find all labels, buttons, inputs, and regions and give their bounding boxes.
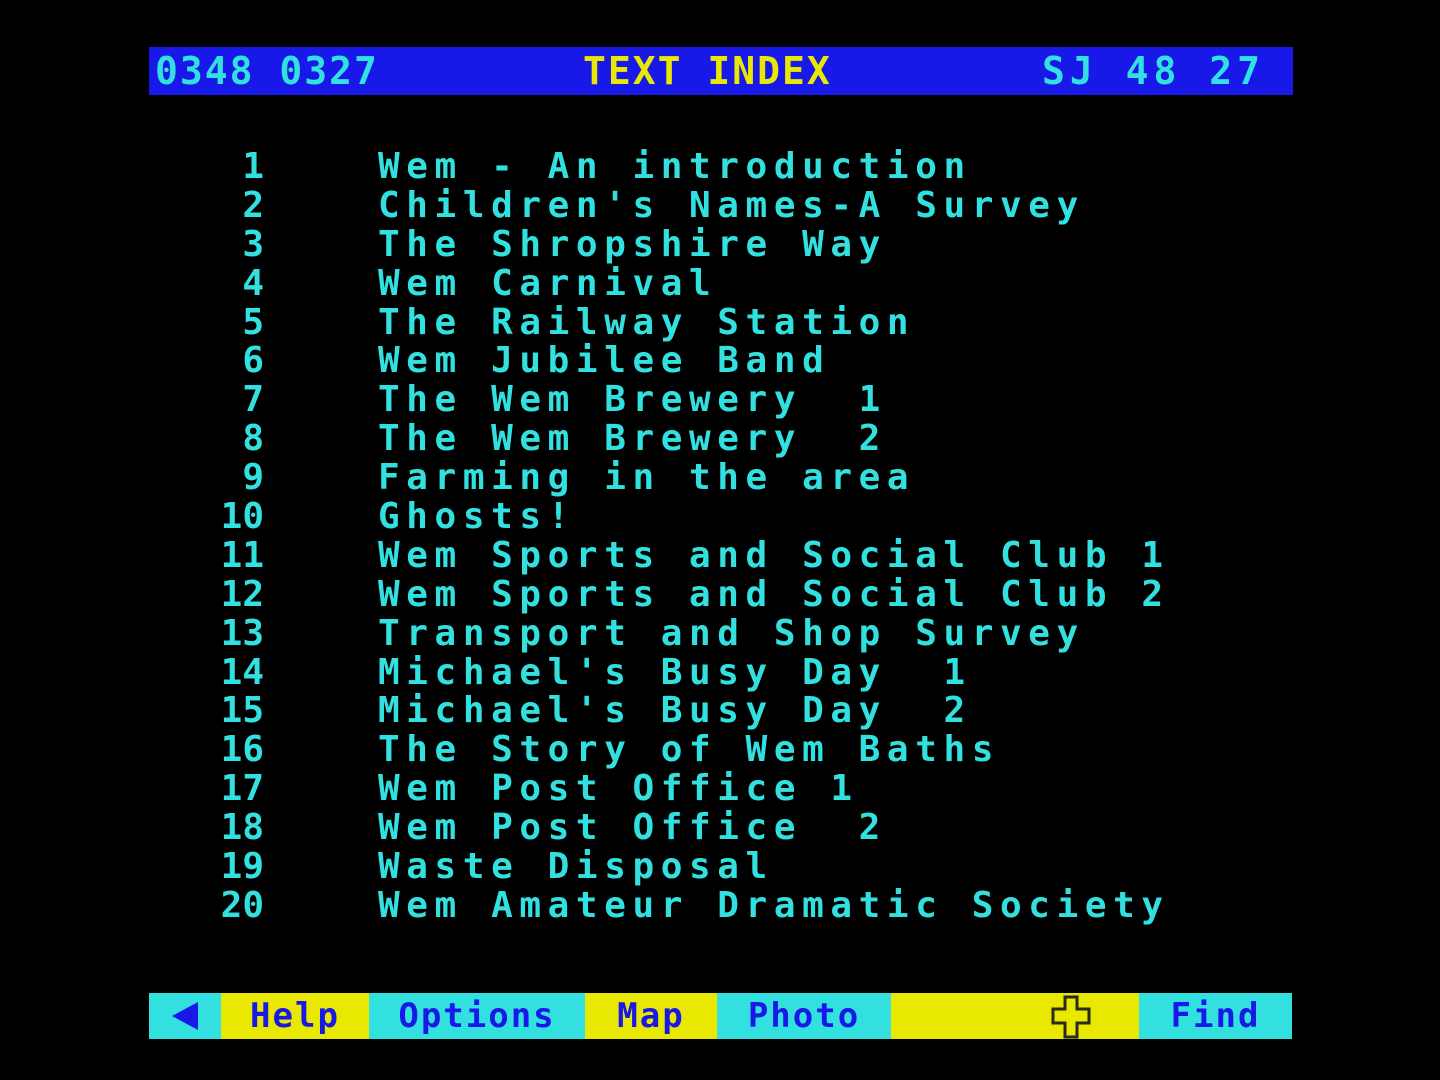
index-title: Wem Sports and Social Club 1 [378,534,1170,576]
index-title: Wem Carnival [378,262,718,304]
index-title: Wem Sports and Social Club 2 [378,573,1170,615]
index-row[interactable]: 15 Michael's Busy Day 2 [180,692,1280,731]
index-title: Waste Disposal [378,846,774,888]
index-title: The Wem Brewery 1 [378,379,887,421]
index-title: Ghosts! [378,496,576,538]
index-title: Wem Post Office 1 [378,768,859,810]
index-row[interactable]: 2 Children's Names-A Survey [180,184,1280,226]
index-row[interactable]: 5 The Railway Station [180,301,1280,343]
index-row[interactable]: 7 The Wem Brewery 1 [180,379,1280,421]
index-row[interactable]: 20 Wem Amateur Dramatic Society [180,884,1280,926]
index-number: 17 [220,768,264,810]
index-title: Wem Post Office 2 [378,807,887,849]
index-title: Transport and Shop Survey [378,612,1085,654]
index-number: 5 [242,301,264,343]
index-title: The Railway Station [378,301,916,343]
index-title: The Shropshire Way [378,223,887,265]
index-number: 19 [220,846,264,888]
index-number: 14 [220,651,264,693]
index-row[interactable]: 16 The Story of Wem Baths [180,729,1280,771]
header-bar: 0348 0327 TEXT INDEX SJ 48 27 [149,47,1293,95]
index-number: 12 [220,573,264,615]
help-button[interactable]: Help [221,993,369,1039]
footer-menu: Help Options Map Photo Find [149,993,1292,1039]
cross-pointer-icon [1051,995,1091,1039]
index-number: 6 [242,340,264,382]
options-label: Options [398,996,556,1036]
index-number: 20 [220,884,264,926]
index-title: Wem Amateur Dramatic Society [378,884,1170,926]
find-button[interactable]: Find [1139,993,1292,1039]
index-row[interactable]: 19 Waste Disposal [180,846,1280,888]
find-label: Find [1170,996,1261,1036]
index-number: 9 [242,457,264,499]
index-row[interactable]: 11 Wem Sports and Social Club 1 [180,534,1280,576]
index-row[interactable]: 13 Transport and Shop Survey [180,612,1280,654]
help-label: Help [250,996,340,1036]
index-title: Wem - An introduction [378,146,972,187]
index-number: 18 [220,807,264,849]
index-row[interactable]: 12 Wem Sports and Social Club 2 [180,573,1280,615]
index-number: 1 [242,146,264,187]
index-number: 16 [220,729,264,771]
index-row[interactable]: 9 Farming in the area [180,457,1280,499]
index-number: 2 [242,184,264,226]
options-button[interactable]: Options [369,993,585,1039]
index-row[interactable]: 3 The Shropshire Way [180,223,1280,265]
index-row[interactable]: 17 Wem Post Office 1 [180,768,1280,810]
index-number: 7 [242,379,264,421]
index-row[interactable]: 4 Wem Carnival [180,262,1280,304]
index-number: 11 [220,534,264,576]
index-title: Farming in the area [378,457,916,499]
map-button[interactable]: Map [585,993,717,1039]
map-label: Map [617,996,685,1036]
left-triangle-icon [172,1002,198,1030]
photo-button[interactable]: Photo [717,993,891,1039]
index-row[interactable]: 1 Wem - An introduction [180,146,1280,187]
index-number: 10 [220,496,264,538]
back-button[interactable] [149,993,221,1039]
index-row[interactable]: 10 Ghosts! [180,496,1280,538]
index-row[interactable]: 14 Michael's Busy Day 1 [180,651,1280,693]
index-row[interactable]: 18 Wem Post Office 2 [180,807,1280,849]
index-title: Wem Jubilee Band [378,340,831,382]
index-title: Michael's Busy Day 2 [378,690,972,732]
page-title: TEXT INDEX [583,49,832,93]
index-title: The Wem Brewery 2 [378,418,887,460]
text-index-list: 1 Wem - An introduction 2 Children's Names-… [180,146,1280,926]
index-number: 8 [242,418,264,460]
index-title: Michael's Busy Day 1 [378,651,972,693]
index-row[interactable]: 6 Wem Jubilee Band [180,342,1280,381]
index-row[interactable]: 8 The Wem Brewery 2 [180,418,1280,460]
pointer-area [891,993,1139,1039]
index-title: Children's Names-A Survey [378,184,1085,226]
index-number: 3 [242,223,264,265]
photo-label: Photo [747,996,861,1036]
grid-reference-numbers: 0348 0327 [155,49,379,93]
index-number: 4 [242,262,264,304]
index-number: 13 [220,612,264,654]
index-title: The Story of Wem Baths [378,729,1001,771]
map-sheet-reference: SJ 48 27 [1041,49,1265,93]
index-number: 15 [220,690,264,732]
